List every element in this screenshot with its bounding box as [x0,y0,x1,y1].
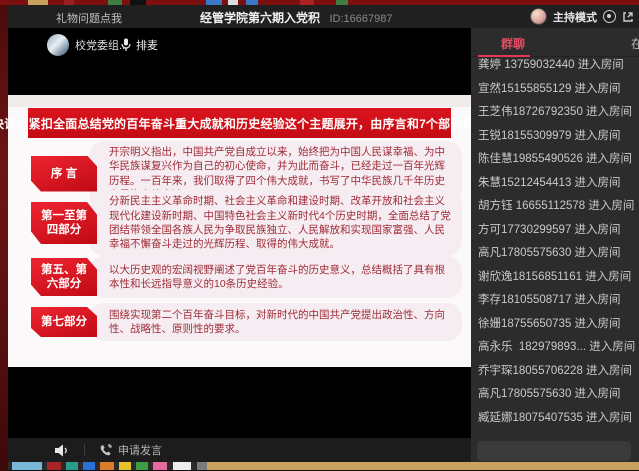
mic-queue-button[interactable]: 排麦 [121,37,158,53]
chat-message: 徐姗18755650735 进入房间 [478,313,639,337]
chat-message-list[interactable]: 龚婷 13759032440 进入房间 宣然15155855129 进入房间 王… [478,54,639,430]
chat-message: 乔宇琛18055706228 进入房间 [478,360,639,384]
control-bar: 申请发言 [8,438,471,462]
request-speak-button[interactable]: 申请发言 [99,442,162,458]
gift-help-link[interactable]: 礼物问题点我 [56,10,122,26]
speaker-icon[interactable] [55,444,70,457]
video-stage: 校党委组... 排麦 《决议》紧扣全面总结党的百年奋斗重大成就和历史经验这个主题… [8,28,471,438]
section-tag: 第一至第四部分 [31,202,97,244]
title-bar: 礼物问题点我 经管学院第六期入党积 ID:16667987 主持模式 [8,5,639,28]
slide-banner: 《决议》紧扣全面总结党的百年奋斗重大成就和历史经验这个主题展开，由序言和7个部分… [28,108,451,138]
microphone-icon [121,38,131,52]
chat-message: 高凡17805575630 进入房间 [478,383,639,407]
popout-icon[interactable] [622,11,634,23]
presenter-avatar [47,34,69,56]
chat-message: 龚婷 13759032440 进入房间 [478,54,639,78]
section-text: 以大历史观的宏阔视野阐述了党百年奋斗的历史意义，总结概括了具有根本性和长远指导意… [89,256,462,298]
chat-message: 李存18105508717 进入房间 [478,289,639,313]
background-window-strip-left [0,0,8,471]
chat-input[interactable] [477,441,631,461]
record-icon[interactable] [603,10,616,23]
presentation-slide: 《决议》紧扣全面总结党的百年奋斗重大成就和历史经验这个主题展开，由序言和7个部分… [8,95,471,367]
tab-group-chat[interactable]: 群聊 [501,35,525,52]
mic-queue-label: 排麦 [136,37,158,53]
host-avatar [530,8,547,25]
room-title: 经管学院第六期入党积 [200,11,320,25]
slide-section-row: 第一至第四部分 分新民主主义革命时期、社会主义革命和建设时期、改革开放和社会主义… [31,201,462,245]
chat-message: 胡方钰 16655112578 进入房间 [478,195,639,219]
chat-message: 谢欣逸18156851161 进入房间 [478,266,639,290]
chat-message: 王芝伟18726792350 进入房间 [478,101,639,125]
request-speak-label: 申请发言 [118,442,162,458]
chat-message: 陈佳慧19855490526 进入房间 [478,148,639,172]
chat-message: 朱慧15212454413 进入房间 [478,172,639,196]
taskbar-strip [8,462,639,470]
tab-partial[interactable]: 在 [631,35,639,52]
section-text: 分新民主主义革命时期、社会主义革命和建设时期、改革开放和社会主义现代化建设新时期… [89,190,462,256]
chat-message: 方可17730299597 进入房间 [478,219,639,243]
presenter-chip[interactable]: 校党委组... [47,34,128,56]
phone-handset-icon [99,444,112,457]
host-mode-label[interactable]: 主持模式 [553,9,597,25]
chat-message: 高永乐 182979893... 进入房间 [478,336,639,360]
chat-message: 高凡17805575630 进入房间 [478,242,639,266]
section-tag: 第七部分 [31,307,97,337]
room-id: ID:16667987 [329,13,392,25]
section-tag: 第五、第六部分 [31,258,97,296]
chat-message: 宣然15155855129 进入房间 [478,78,639,102]
section-text: 围绕实现第二个百年奋斗目标，对新时代的中国共产党提出政治性、方向性、战略性、原则… [89,303,462,341]
chat-sidebar: 群聊 在 龚婷 13759032440 进入房间 宣然15155855129 进… [471,28,639,462]
app-window: 礼物问题点我 经管学院第六期入党积 ID:16667987 主持模式 校党委组.… [0,0,639,471]
slide-section-row: 第七部分 围绕实现第二个百年奋斗目标，对新时代的中国共产党提出政治性、方向性、战… [31,303,462,341]
slide-section-row: 第五、第六部分 以大历史观的宏阔视野阐述了党百年奋斗的历史意义，总结概括了具有根… [31,256,462,298]
chat-message: 王锐18155309979 进入房间 [478,125,639,149]
chat-tabs: 群聊 在 [471,28,639,57]
section-tag: 序 言 [31,156,97,192]
chat-message: 臧延娜18075407535 进入房间 [478,407,639,431]
room-title-group: 经管学院第六期入党积 ID:16667987 [200,9,392,27]
divider [84,444,85,456]
